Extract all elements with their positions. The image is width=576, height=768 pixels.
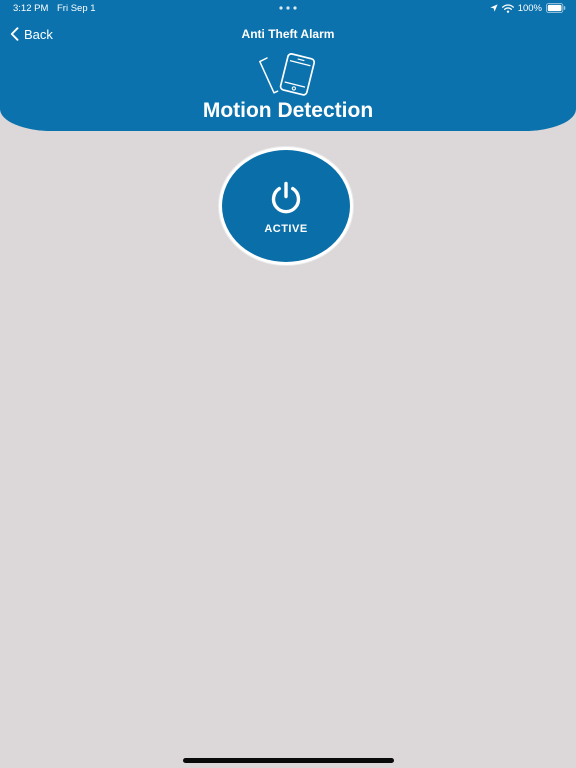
wifi-icon: [501, 3, 514, 13]
power-status-label: ACTIVE: [264, 223, 308, 235]
multitasking-dots-icon[interactable]: [279, 6, 297, 10]
phone-motion-icon: [259, 53, 316, 96]
battery-icon: [546, 3, 566, 13]
battery-percentage: 100%: [517, 2, 542, 14]
status-indicators: 100%: [490, 2, 566, 14]
location-arrow-icon: [490, 4, 498, 12]
status-time: 3:12 PM: [13, 3, 49, 14]
nav-title: Anti Theft Alarm: [241, 27, 335, 41]
status-date: Fri Sep 1: [57, 3, 96, 14]
app-header: 3:12 PM Fri Sep 1 100% Back Anti Theft A…: [0, 0, 576, 131]
power-icon: [271, 181, 301, 214]
status-bar: 3:12 PM Fri Sep 1 100%: [0, 0, 576, 16]
page-title: Motion Detection: [202, 99, 374, 122]
home-indicator[interactable]: [183, 758, 394, 763]
activate-toggle-button[interactable]: ACTIVE: [219, 147, 353, 265]
